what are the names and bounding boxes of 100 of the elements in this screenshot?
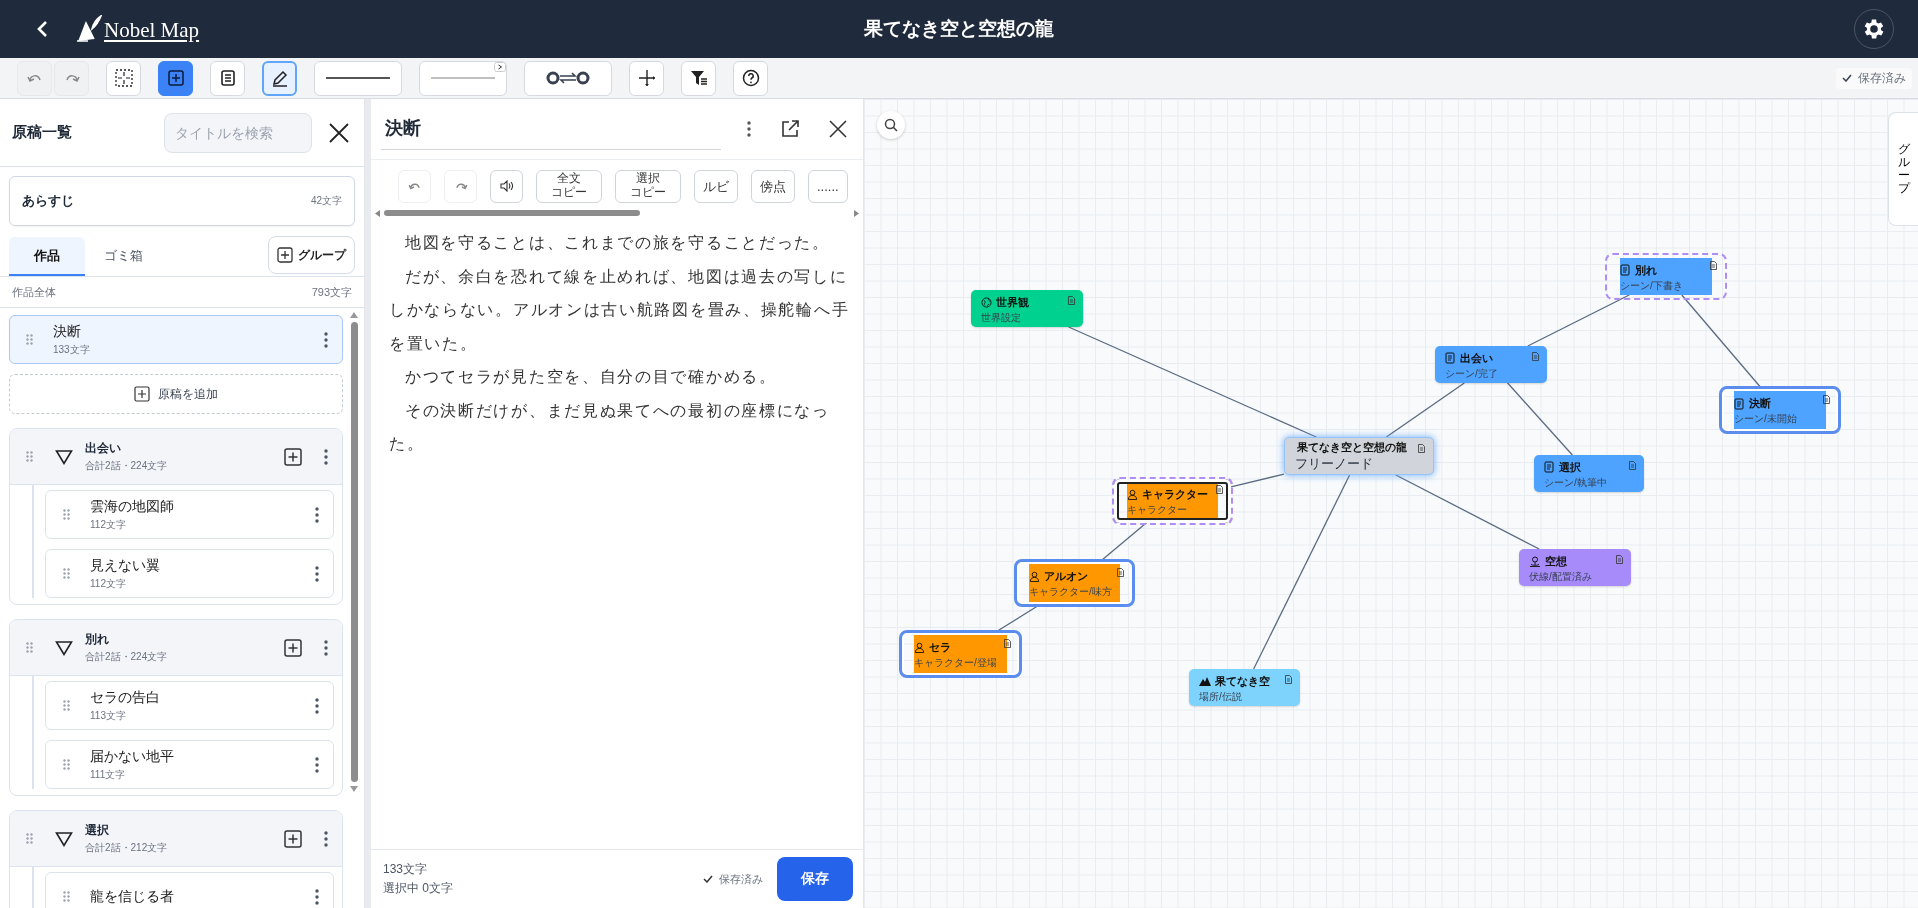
tab[interactable]: ゴミ箱	[85, 237, 161, 276]
linked-circles-icon	[546, 70, 590, 86]
node-subtitle: キャラクター	[1127, 504, 1188, 515]
map-node[interactable]: 出会い シーン/完了	[1435, 346, 1547, 383]
add-manuscript-button[interactable]: 原稿を追加	[9, 374, 343, 414]
more-icon[interactable]	[315, 565, 319, 582]
scroll-up-icon[interactable]	[350, 312, 358, 318]
manuscript-item[interactable]: 龍を信じる者	[45, 872, 334, 908]
editor-tool-button[interactable]: ......	[808, 169, 848, 203]
drag-handle-icon[interactable]	[63, 700, 70, 711]
fit-tool[interactable]	[106, 60, 141, 96]
manuscript-item[interactable]: 雲海の地図師 112文字	[45, 490, 334, 539]
help-tool[interactable]	[733, 60, 768, 96]
group-header[interactable]: 別れ 合計2話・224文字	[10, 620, 342, 676]
scroll-left-icon[interactable]	[375, 209, 380, 217]
add-node-tool[interactable]	[158, 60, 193, 96]
manuscript-title: セラの告白	[90, 688, 161, 707]
move-tool[interactable]	[629, 60, 664, 96]
editor-tool-button[interactable]: 傍点	[751, 169, 795, 203]
map-node[interactable]: 世界観 世界設定	[971, 290, 1083, 327]
scroll-down-icon[interactable]	[350, 786, 358, 792]
drag-handle-icon[interactable]	[63, 759, 70, 770]
scrollbar-thumb[interactable]	[350, 322, 358, 782]
add-icon[interactable]	[284, 638, 302, 657]
editor-tool-button[interactable]: ルビ	[694, 169, 738, 203]
collapse-icon[interactable]	[55, 639, 73, 656]
group-header[interactable]: 選択 合計2話・212文字	[10, 811, 342, 867]
drag-handle-icon[interactable]	[63, 891, 70, 902]
map-node[interactable]: 果てなき空 場所/伝説	[1189, 669, 1300, 706]
more-icon[interactable]	[324, 639, 328, 656]
drag-handle-icon[interactable]	[63, 509, 70, 520]
link-tool[interactable]	[524, 60, 612, 96]
app-logo[interactable]: Nobel Map	[104, 18, 200, 43]
chevron-icon[interactable]	[494, 61, 506, 72]
collapse-icon[interactable]	[55, 830, 73, 847]
more-icon[interactable]	[315, 756, 319, 773]
speaker-button[interactable]	[490, 169, 523, 203]
manuscript-item[interactable]: 見えない翼 112文字	[45, 549, 334, 598]
scrollbar-thumb[interactable]	[384, 210, 640, 216]
drag-handle-icon[interactable]	[26, 334, 33, 345]
page-icon[interactable]	[1823, 395, 1830, 404]
search-button[interactable]	[877, 111, 905, 139]
page-icon[interactable]	[1216, 485, 1223, 494]
page-icon[interactable]	[1068, 296, 1075, 305]
map-node[interactable]: 選択 シーン/執筆中	[1534, 455, 1644, 492]
manuscript-item[interactable]: 届かない地平 111文字	[45, 740, 334, 789]
summary-label: 作品全体	[12, 284, 56, 300]
more-icon[interactable]	[315, 506, 319, 523]
save-button[interactable]: 保存	[777, 857, 853, 901]
node-title: 選択	[1559, 459, 1581, 475]
synopsis-card[interactable]: あらすじ 42文字	[9, 176, 355, 226]
manuscript-paragraph: その決断だけが、まだ見ぬ果てへの最初の座標になった。	[389, 400, 831, 454]
map-node[interactable]: キャラクター キャラクター	[1112, 477, 1233, 525]
more-icon[interactable]	[315, 697, 319, 714]
node-subtitle: 世界設定	[981, 311, 1022, 323]
manuscript-item[interactable]: 決断 133文字	[9, 315, 343, 364]
drag-handle-icon[interactable]	[63, 568, 70, 579]
title-field[interactable]: 決断	[381, 108, 721, 150]
drag-handle-icon[interactable]	[26, 642, 33, 653]
page-icon[interactable]	[1004, 639, 1011, 648]
manuscript-title: 届かない地平	[90, 747, 175, 766]
page-icon[interactable]	[1418, 444, 1425, 453]
page-icon[interactable]	[1710, 261, 1717, 270]
search-field[interactable]: タイトルを検索	[164, 112, 312, 153]
more-icon[interactable]	[324, 448, 328, 465]
group-tab[interactable]: グループ	[1888, 112, 1918, 226]
add-group-button[interactable]: グループ	[268, 236, 355, 274]
map-node[interactable]: 決断 シーン/未開始	[1719, 386, 1841, 434]
copy-button[interactable]: 選択 コピー	[615, 169, 681, 203]
page-icon[interactable]	[1629, 461, 1636, 470]
more-icon[interactable]	[324, 331, 328, 348]
node-subtitle: シーン/下書き	[1620, 279, 1684, 291]
page-icon[interactable]	[1285, 675, 1292, 684]
map-node[interactable]: 別れ シーン/下書き	[1605, 253, 1727, 300]
map-node[interactable]: アルオン キャラクター/味方	[1014, 559, 1135, 607]
page-icon[interactable]	[1117, 568, 1124, 577]
more-icon[interactable]	[324, 830, 328, 847]
add-icon[interactable]	[284, 829, 302, 848]
map-canvas[interactable]: 果てなき空と空想の龍 フリーノード 世界観 世界設定 出会い シーン/完了 別れ シーン/下書き 決断 シーン/未開始 選択 シーン/執筆中 キャラクター キャラクター アルオン キャラクター/味方 セラ キャラクター/登場 空想 伏線/配置済み 果てなき空 場所/伝説 グループ	[864, 99, 1918, 908]
drag-handle-icon[interactable]	[26, 833, 33, 844]
more-icon[interactable]	[315, 888, 319, 905]
map-node[interactable]: セラ キャラクター/登場	[899, 630, 1022, 678]
manuscript-item[interactable]: セラの告白 113文字	[45, 681, 334, 730]
pencil-tool[interactable]	[262, 60, 297, 96]
drag-handle-icon[interactable]	[26, 451, 33, 462]
note-tool[interactable]	[210, 60, 245, 96]
node-title: アルオン	[1044, 569, 1088, 584]
scroll-right-icon[interactable]	[854, 209, 859, 217]
save-status-text: 保存済み	[719, 871, 763, 887]
group-header[interactable]: 出会い 合計2話・224文字	[10, 429, 342, 485]
redo-icon	[63, 72, 80, 84]
add-icon[interactable]	[284, 447, 302, 466]
filter-tool[interactable]	[681, 60, 716, 96]
map-node[interactable]: 果てなき空と空想の龍 フリーノード	[1284, 437, 1434, 475]
collapse-icon[interactable]	[55, 448, 73, 465]
line-solid-tool[interactable]	[314, 60, 402, 96]
copy-button[interactable]: 全文 コピー	[536, 169, 602, 203]
tab[interactable]: 作品	[9, 237, 85, 276]
page-icon[interactable]	[1532, 352, 1539, 361]
map-node[interactable]: 空想 伏線/配置済み	[1519, 549, 1631, 586]
